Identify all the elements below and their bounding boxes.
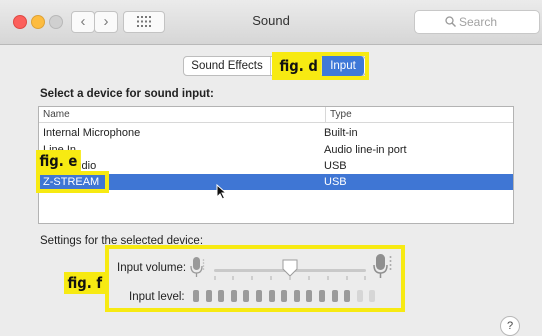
level-bar: [357, 290, 363, 302]
fig-e-label: fig. e: [36, 150, 81, 172]
highlight-frame-selected-device: [36, 171, 109, 193]
device-type: USB: [324, 160, 347, 172]
device-name: Internal Microphone: [43, 127, 141, 139]
input-volume-thumb[interactable]: [282, 259, 298, 277]
level-bar: [332, 290, 338, 302]
level-bar: [306, 290, 312, 302]
search-field[interactable]: Search: [414, 10, 540, 34]
level-bar: [269, 290, 275, 302]
fig-f-label: fig. f: [64, 272, 106, 294]
level-bar: [319, 290, 325, 302]
column-header-name[interactable]: Name: [43, 107, 70, 122]
search-placeholder: Search: [459, 15, 498, 29]
device-type: Built-in: [324, 127, 358, 139]
input-volume-label: Input volume:: [117, 262, 187, 274]
level-bar: [344, 290, 350, 302]
help-button[interactable]: ?: [500, 316, 520, 336]
level-bar: [243, 290, 249, 302]
input-level-label: Input level:: [129, 291, 185, 303]
table-header: Name Type: [39, 107, 513, 123]
device-type: USB: [324, 176, 347, 188]
fig-d-label: fig. d: [276, 55, 322, 77]
column-header-type[interactable]: Type: [325, 107, 352, 122]
tab-sound-effects[interactable]: Sound Effects: [184, 57, 271, 75]
table-row[interactable]: Internal Microphone Built-in: [39, 125, 513, 141]
search-icon: [445, 16, 456, 27]
microphone-low-icon: [190, 257, 205, 277]
microphone-high-icon: [373, 254, 392, 278]
volume-ticks: [214, 276, 366, 280]
level-bar: [218, 290, 224, 302]
level-bar: [294, 290, 300, 302]
level-bar: [281, 290, 287, 302]
level-bar: [193, 290, 199, 302]
device-list-heading: Select a device for sound input:: [40, 88, 214, 100]
level-bar: [231, 290, 237, 302]
device-type: Audio line-in port: [324, 144, 407, 156]
table-row-selected[interactable]: Z-STREAM USB: [39, 174, 513, 190]
table-row[interactable]: Line In Audio line-in port: [39, 142, 513, 158]
table-row[interactable]: USB Audio USB: [39, 158, 513, 174]
level-bar: [206, 290, 212, 302]
device-table: Name Type Internal Microphone Built-in L…: [38, 106, 514, 224]
level-bar: [256, 290, 262, 302]
mouse-pointer-icon: [216, 184, 227, 200]
level-bar: [369, 290, 375, 302]
title-bar: ‹ › Sound Search: [0, 0, 542, 45]
